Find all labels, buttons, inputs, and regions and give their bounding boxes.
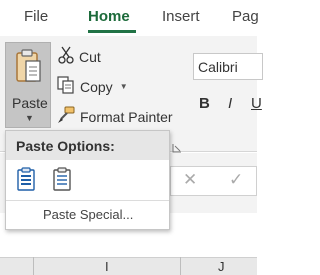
paste-icon[interactable] [17,167,39,191]
copy-label: Copy [80,78,113,95]
bold-button[interactable]: B [199,95,210,112]
paste-special-menu-item[interactable]: Paste Special... [43,207,133,222]
column-separator[interactable] [180,257,181,275]
active-tab-underline [88,30,136,33]
menu-divider [6,200,169,201]
tab-home[interactable]: Home [88,8,130,25]
paintbrush-icon [57,106,80,127]
tab-page-layout[interactable]: Pag [232,8,259,25]
copy-dropdown-caret-icon[interactable]: ▼ [120,82,128,91]
paste-values-icon[interactable] [53,167,75,191]
column-header-i[interactable]: I [105,259,109,274]
copy-button[interactable]: Copy ▼ [57,76,128,97]
font-name-dropdown[interactable]: Calibri [193,53,263,80]
copy-icon [57,76,80,97]
enter-check-icon[interactable]: ✓ [229,170,243,190]
clipboard-icon [15,49,43,90]
tab-insert[interactable]: Insert [162,8,200,25]
format-painter-button[interactable]: Format Painter [57,106,173,127]
tab-file[interactable]: File [24,8,48,25]
paste-dropdown-caret-icon[interactable]: ▼ [25,113,34,123]
cut-label: Cut [79,48,101,65]
paste-options-title: Paste Options: [16,138,115,154]
paste-options-header: Paste Options: [6,131,169,160]
scissors-icon [58,46,79,67]
paste-label: Paste [12,95,48,111]
ribbon-tab-bar: File Home Insert Pag [0,0,259,36]
italic-button[interactable]: I [228,95,232,112]
paste-options-menu: Paste Options: Paste Special... [5,130,170,230]
format-painter-label: Format Painter [80,108,173,125]
column-header-j[interactable]: J [218,259,225,274]
cut-button[interactable]: Cut [58,46,101,67]
column-separator[interactable] [33,257,34,275]
cancel-icon[interactable]: ✕ [183,170,197,190]
underline-button[interactable]: U [251,95,262,112]
paste-button[interactable]: Paste ▼ [5,42,51,128]
clipboard-dialog-launcher-icon[interactable] [172,140,182,153]
